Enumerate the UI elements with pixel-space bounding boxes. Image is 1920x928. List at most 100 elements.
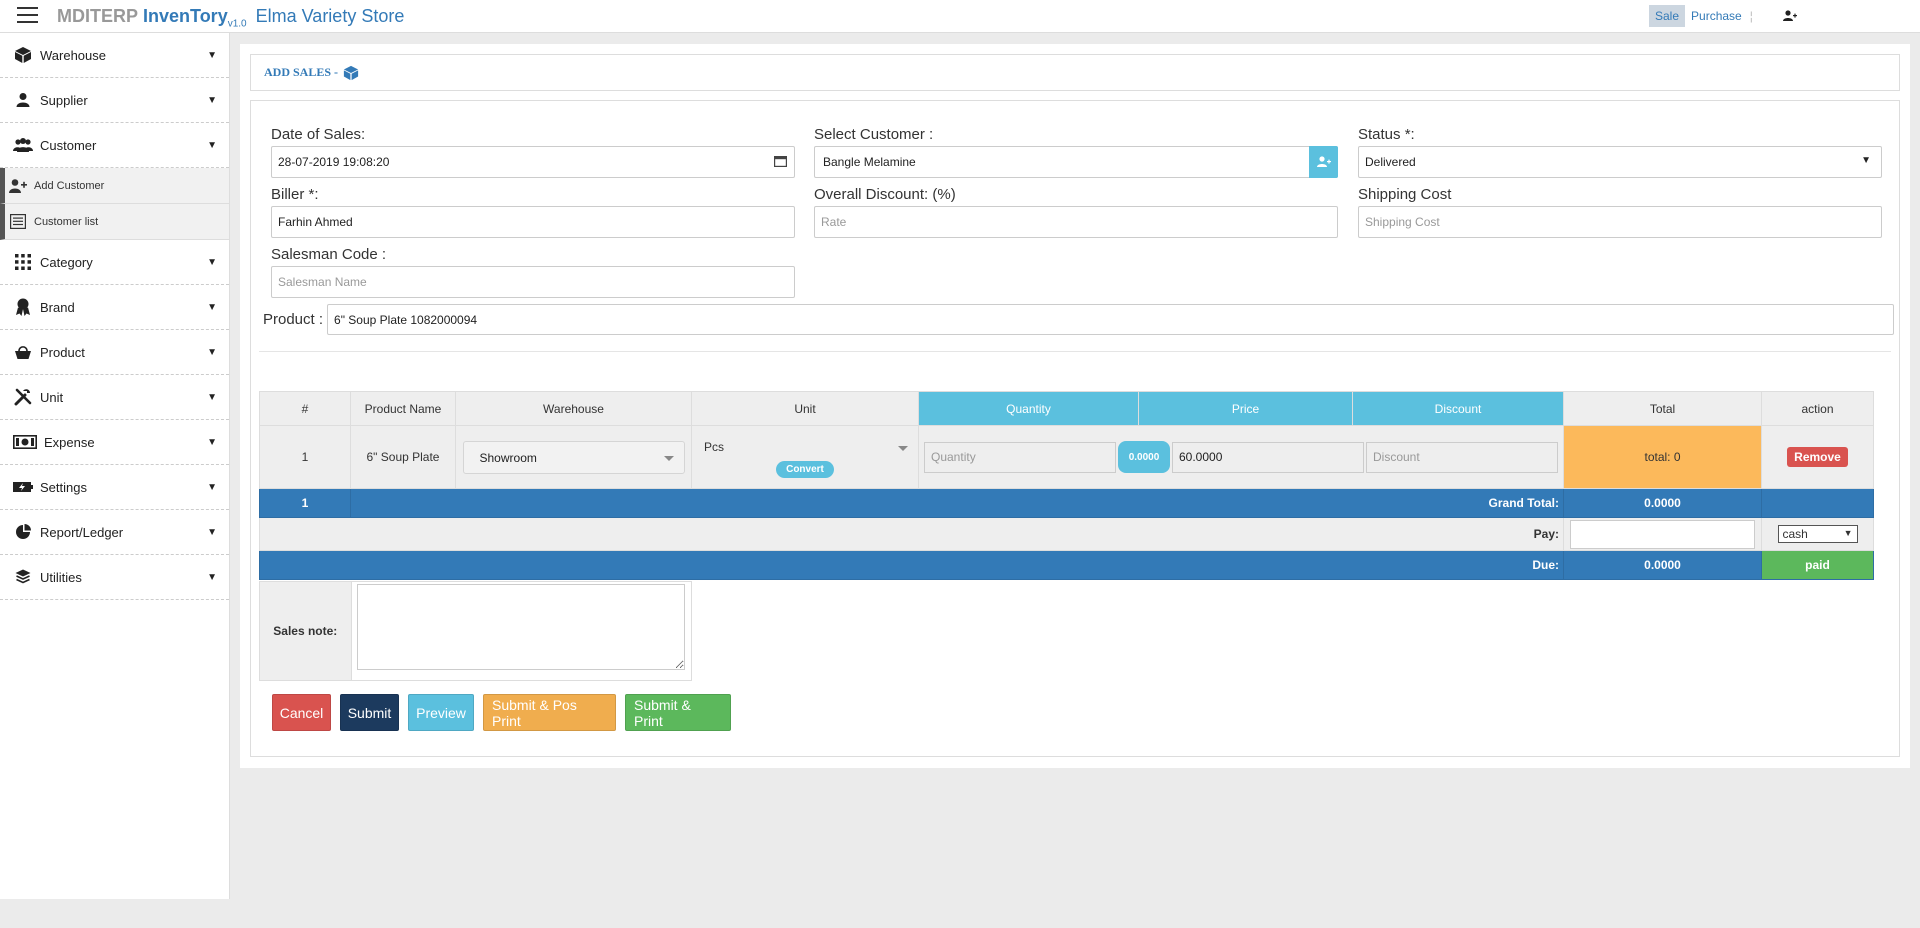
preview-button[interactable]: Preview [408, 694, 474, 731]
sidebar-item-label: Settings [40, 479, 87, 495]
date-label: Date of Sales: [271, 126, 366, 143]
col-quantity: Quantity [918, 391, 1139, 426]
date-group: Date of Sales: [271, 126, 795, 178]
rate-badge[interactable]: 0.0000 [1118, 441, 1170, 473]
sales-note-textarea[interactable] [356, 584, 685, 670]
unit-value: Pcs [704, 439, 725, 454]
payment-method-select[interactable]: cash ▼ [1777, 525, 1858, 543]
convert-button[interactable]: Convert [776, 460, 834, 478]
customer-input[interactable] [814, 146, 1338, 178]
brand[interactable]: MDITERP InvenToryv1.0 Elma Variety Store [57, 6, 404, 30]
product-label: Product : [263, 311, 324, 328]
submit-print-button[interactable]: Submit & Print [625, 694, 731, 731]
caret-down-icon: ▼ [207, 391, 217, 403]
date-input[interactable] [271, 146, 795, 178]
sidebar-item-product[interactable]: Product ▼ [0, 330, 229, 375]
shipping-cost-input[interactable] [1358, 206, 1882, 238]
submit-button[interactable]: Submit [340, 694, 399, 731]
overall-discount-input[interactable] [814, 206, 1338, 238]
discount-group: Overall Discount: (%) [814, 186, 1338, 238]
sidebar-item-category[interactable]: Category ▼ [0, 240, 229, 285]
action-buttons: Cancel Submit Preview Submit & Pos Print… [272, 694, 740, 731]
due-value: 0.0000 [1563, 550, 1762, 580]
quantity-input[interactable] [924, 441, 1116, 473]
col-total: Total [1563, 391, 1762, 426]
sidebar-subitem-add-customer[interactable]: Add Customer [0, 168, 229, 204]
grand-total-value: 0.0000 [1563, 488, 1762, 518]
discount-input[interactable] [1366, 441, 1558, 473]
sidebar-item-supplier[interactable]: Supplier ▼ [0, 78, 229, 123]
product-search-input[interactable] [327, 304, 1895, 335]
basket-icon [13, 343, 33, 361]
customer-group: Select Customer : [814, 126, 1338, 178]
customer-label: Select Customer : [814, 126, 934, 143]
sidebar-item-settings[interactable]: Settings ▼ [0, 465, 229, 510]
sidebar-subitem-customer-list[interactable]: Customer list [0, 204, 229, 240]
payment-method-value: cash [1782, 527, 1808, 541]
divider [259, 351, 1891, 352]
shipping-group: Shipping Cost [1358, 186, 1882, 238]
sidebar-subitem-label: Customer list [34, 215, 99, 228]
biller-input[interactable] [271, 206, 795, 238]
remove-button[interactable]: Remove [1787, 447, 1848, 467]
user-plus-icon [9, 178, 27, 194]
user-add-icon[interactable] [1782, 10, 1797, 22]
sales-note-label: Sales note: [260, 582, 352, 680]
tools-icon [13, 388, 33, 406]
salesman-input[interactable] [271, 266, 795, 298]
caret-down-icon: ▼ [1861, 155, 1871, 166]
biller-label: Biller *: [271, 186, 319, 203]
sidebar-item-label: Category [40, 254, 93, 270]
sidebar-item-label: Warehouse [40, 47, 106, 63]
sidebar-item-customer[interactable]: Customer ▼ [0, 123, 229, 168]
pay-label: Pay: [259, 517, 1564, 551]
sidebar-item-warehouse[interactable]: Warehouse ▼ [0, 33, 229, 78]
grand-total-label: Grand Total: [350, 488, 1564, 518]
status-select[interactable]: Delivered ▼ [1358, 146, 1882, 178]
biller-group: Biller *: [271, 186, 795, 238]
calendar-icon[interactable] [774, 155, 788, 170]
sidebar-item-label: Supplier [40, 92, 88, 108]
warehouse-select[interactable]: Showroom [462, 440, 685, 474]
nav-purchase[interactable]: Purchase [1685, 5, 1748, 27]
sidebar: Warehouse ▼ Supplier ▼ Customer ▼ Add Cu… [0, 33, 230, 899]
sidebar-item-unit[interactable]: Unit ▼ [0, 375, 229, 420]
user-plus-icon [1316, 156, 1331, 167]
pie-chart-icon [13, 523, 33, 541]
sales-note-box: Sales note: [259, 581, 692, 681]
add-customer-button[interactable] [1309, 146, 1338, 178]
nav-sale[interactable]: Sale [1649, 5, 1686, 27]
pay-input[interactable] [1570, 519, 1755, 549]
col-action: action [1761, 391, 1874, 426]
top-bar: MDITERP InvenToryv1.0 Elma Variety Store… [0, 0, 1920, 33]
col-unit: Unit [691, 391, 919, 426]
price-input[interactable] [1172, 441, 1364, 473]
award-icon [13, 298, 33, 316]
sales-items-table: # Product Name Warehouse Unit Quantity P… [259, 391, 1874, 580]
status-label: Status *: [1358, 126, 1415, 143]
caret-down-icon: ▼ [207, 49, 217, 61]
caret-down-icon: ▼ [207, 346, 217, 358]
table-header-row: # Product Name Warehouse Unit Quantity P… [259, 391, 1874, 426]
submit-pos-print-button[interactable]: Submit & Pos Print [483, 694, 616, 731]
sidebar-item-report-ledger[interactable]: Report/Ledger ▼ [0, 510, 229, 555]
table-row: 1 6" Soup Plate Showroom Pcs Convert 0.0… [259, 425, 1874, 489]
brand-name: InvenTory [143, 6, 228, 26]
money-icon [13, 433, 37, 451]
unit-select[interactable]: Pcs [698, 437, 912, 459]
caret-down-icon: ▼ [207, 526, 217, 538]
sidebar-item-brand[interactable]: Brand ▼ [0, 285, 229, 330]
menu-toggle-icon[interactable] [17, 7, 38, 23]
nav-separator: ¦ [1749, 9, 1753, 23]
caret-down-icon [663, 455, 674, 461]
product-row: Product : [263, 304, 1895, 335]
caret-down-icon: ▼ [207, 301, 217, 313]
caret-down-icon: ▼ [207, 94, 217, 106]
page-title: ADD SALES - [264, 65, 339, 79]
cancel-button[interactable]: Cancel [272, 694, 331, 731]
sidebar-item-utilities[interactable]: Utilities ▼ [0, 555, 229, 600]
status-group: Status *: Delivered ▼ [1358, 126, 1882, 178]
list-icon [9, 214, 27, 230]
sidebar-item-expense[interactable]: Expense ▼ [0, 420, 229, 465]
due-label: Due: [259, 550, 1564, 580]
